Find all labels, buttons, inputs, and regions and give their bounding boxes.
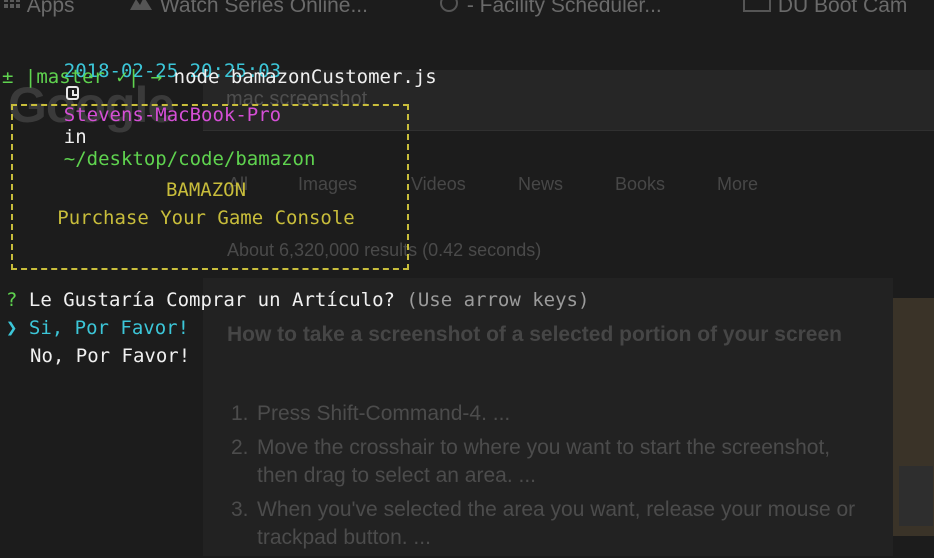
arrow-right-icon: → — [150, 66, 163, 88]
question-mark-icon: ? — [6, 289, 18, 311]
clock-icon — [65, 86, 79, 100]
banner-subtitle: Purchase Your Game Console — [57, 207, 355, 229]
choice-no[interactable]: No, Por Favor! — [30, 345, 190, 367]
bamazon-banner: BAMAZON Purchase Your Game Console — [11, 104, 409, 270]
choice-label: No, Por Favor! — [30, 345, 191, 367]
choice-yes[interactable]: ❯ Si, Por Favor! — [6, 317, 189, 339]
command-text: node bamazonCustomer.js — [173, 66, 437, 88]
question-text: Le Gustaría Comprar un Artículo? — [28, 289, 395, 311]
command-line: ± |master ✓| → node bamazonCustomer.js — [2, 66, 437, 88]
pointer-icon: ❯ — [6, 317, 18, 339]
git-branch-status: ± |master ✓| — [2, 66, 140, 88]
terminal-window[interactable]: 2018-02-25 20:25:03 Stevens-MacBook-Pro … — [0, 0, 934, 556]
choice-label: Si, Por Favor! — [28, 317, 190, 339]
banner-title: BAMAZON — [165, 179, 247, 201]
prompt-question: ? Le Gustaría Comprar un Artículo? (Use … — [6, 289, 589, 311]
question-hint: (Use arrow keys) — [406, 289, 590, 311]
